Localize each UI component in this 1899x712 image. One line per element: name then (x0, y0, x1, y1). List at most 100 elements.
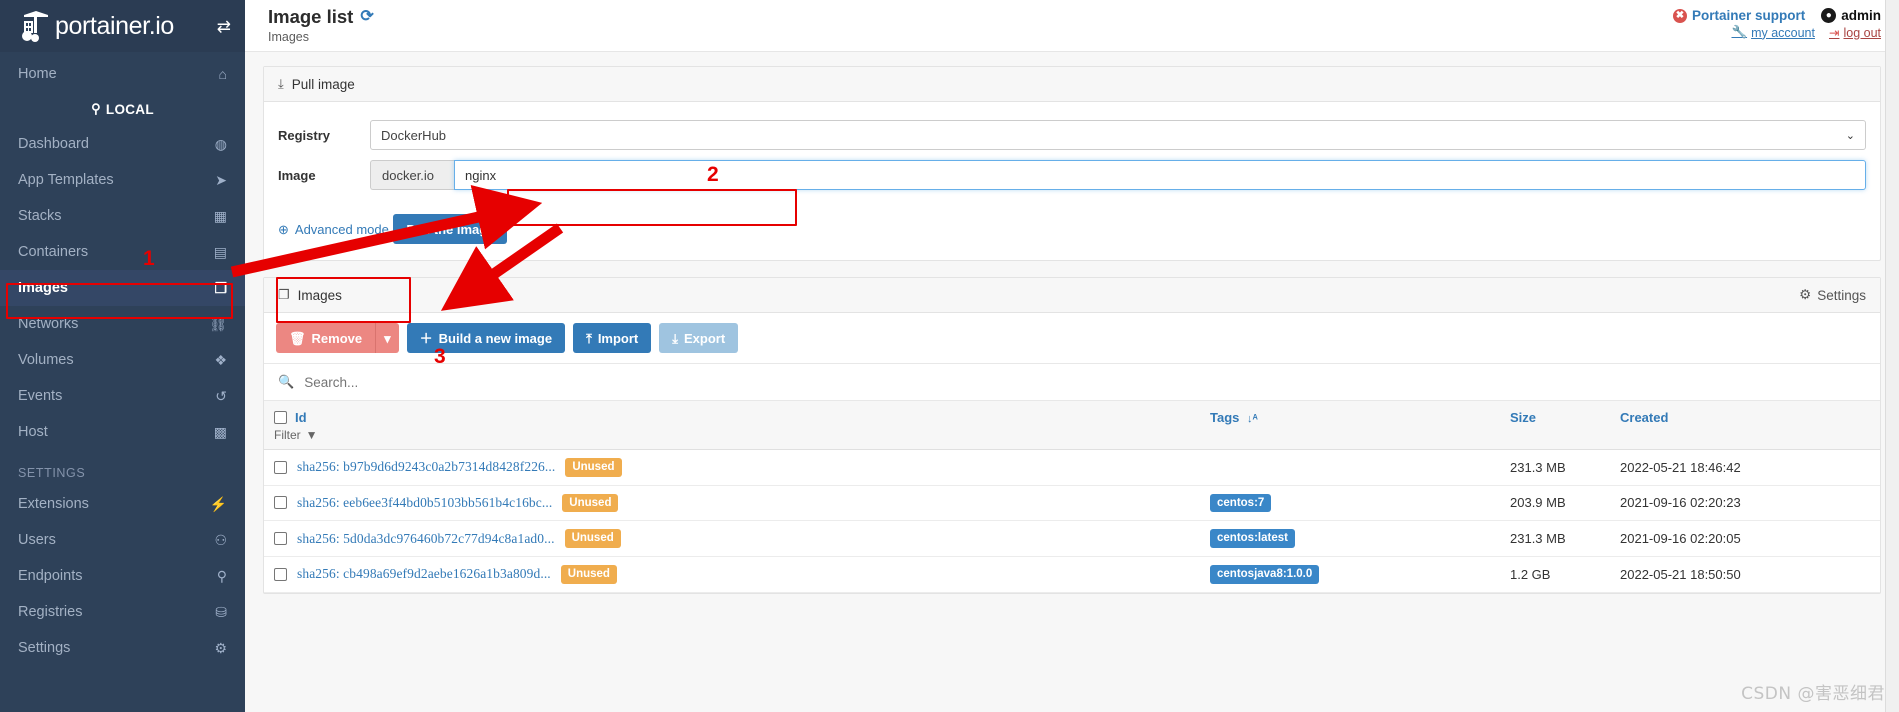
tag-badge[interactable]: centos:latest (1210, 529, 1295, 548)
upload-icon: ⤒ (586, 330, 592, 346)
plus-icon: ＋ (419, 330, 433, 346)
tag-badge[interactable]: centosjava8:1.0.0 (1210, 564, 1320, 584)
export-label: Export (684, 330, 726, 346)
status-badge: Unused (564, 529, 621, 548)
column-created-label: Created (1620, 410, 1669, 425)
lifebuoy-icon: ✖ (1672, 8, 1687, 23)
import-button[interactable]: ⤒ Import (573, 323, 652, 353)
column-created[interactable]: Created (1610, 401, 1880, 450)
filter-label: Filter (274, 428, 301, 442)
select-all-checkbox[interactable] (274, 411, 287, 424)
row-checkbox[interactable] (274, 460, 287, 474)
cell-tags: centos:7 (1200, 485, 1500, 522)
id-filter[interactable]: Filter ▼ (274, 428, 1190, 442)
cell-created: 2022-05-21 18:46:42 (1610, 449, 1880, 486)
sidebar-item-app-templates[interactable]: App Templates ➤ (0, 162, 245, 198)
refresh-icon[interactable]: ⟳ (360, 6, 373, 28)
network-icon: ⛓ (209, 315, 227, 332)
sidebar-item-settings[interactable]: Settings ⚙ (0, 630, 245, 666)
image-input-group: docker.io nginx (370, 160, 1866, 190)
sidebar-item-label: Home (18, 66, 57, 82)
cell-id: sha256: 5d0da3dc976460b72c77d94c8a1ad0..… (264, 520, 1200, 557)
remove-dropdown-toggle[interactable]: ▾ (375, 323, 399, 353)
sidebar-item-host[interactable]: Host ▩ (0, 414, 245, 450)
portainer-app: portainer.io ⇄ Home ⌂ ⚲ LOCAL Dashboard … (0, 0, 1899, 712)
images-settings-label: Settings (1817, 287, 1866, 303)
search-input[interactable] (304, 374, 1866, 390)
pull-image-panel-body: Registry DockerHub ⌄ Image docker.io ngi… (264, 102, 1880, 260)
sidebar-item-users[interactable]: Users ⚇ (0, 522, 245, 558)
column-tags[interactable]: Tags ↓ᴬ (1200, 401, 1500, 450)
advanced-mode-toggle[interactable]: ⊕ Advanced mode (278, 222, 389, 238)
export-button[interactable]: ⤓ Export (659, 323, 739, 353)
tag-badge[interactable]: centos:7 (1210, 493, 1272, 513)
image-id-link[interactable]: sha256: b97b9d6d9243c0a2b7314d8428f226..… (297, 459, 555, 475)
sidebar-item-networks[interactable]: Networks ⛓ (0, 306, 245, 342)
row-checkbox[interactable] (274, 496, 287, 510)
cell-id: sha256: b97b9d6d9243c0a2b7314d8428f226..… (264, 449, 1200, 486)
sidebar-item-label: Extensions (18, 496, 89, 512)
table-row[interactable]: sha256: eeb6ee3f44bd0b5103bb561b4c16bc..… (264, 485, 1880, 522)
cell-size: 203.9 MB (1500, 485, 1610, 522)
row-checkbox[interactable] (274, 567, 287, 581)
sidebar-item-label: Containers (18, 244, 89, 260)
user-bar: ✖ Portainer support ● admin 🔧 my account… (1672, 6, 1881, 41)
portainer-support-link[interactable]: ✖ Portainer support (1672, 8, 1805, 23)
sidebar-item-label: Images (18, 280, 68, 296)
sidebar-item-registries[interactable]: Registries ⛁ (0, 594, 245, 630)
right-scroll-gutter[interactable] (1885, 0, 1899, 712)
exchange-arrows-icon[interactable]: ⇄ (217, 18, 231, 35)
grid-icon: ▩ (213, 423, 227, 440)
status-badge: Unused (562, 493, 619, 513)
table-row[interactable]: sha256: cb498a69ef9d2aebe1626a1b3a809d..… (264, 556, 1880, 593)
image-id-link[interactable]: sha256: cb498a69ef9d2aebe1626a1b3a809d..… (297, 566, 551, 582)
page-title-text: Image list (268, 6, 354, 27)
page-title: Image list ⟳ (268, 6, 374, 28)
rocket-icon: ➤ (215, 171, 227, 188)
image-row: Image docker.io nginx (278, 160, 1866, 190)
sidebar-item-images[interactable]: Images ❐ (0, 270, 245, 306)
signout-icon: ⇥ (1828, 26, 1840, 40)
build-new-image-button[interactable]: ＋ Build a new image (406, 323, 566, 353)
image-id-link[interactable]: sha256: eeb6ee3f44bd0b5103bb561b4c16bc..… (297, 495, 552, 511)
sidebar-item-extensions[interactable]: Extensions ⚡ (0, 486, 245, 522)
logout-link[interactable]: ⇥ log out (1828, 25, 1881, 41)
image-name-input[interactable]: nginx (454, 160, 1866, 190)
sidebar-item-stacks[interactable]: Stacks ▦ (0, 198, 245, 234)
sidebar-item-label: Users (18, 532, 56, 548)
image-id-link[interactable]: sha256: 5d0da3dc976460b72c77d94c8a1ad0..… (297, 531, 555, 547)
breadcrumb: Images (268, 30, 309, 44)
table-row[interactable]: sha256: 5d0da3dc976460b72c77d94c8a1ad0..… (264, 520, 1880, 557)
sidebar-logo-row[interactable]: portainer.io ⇄ (0, 0, 245, 52)
sidebar-item-events[interactable]: Events ↺ (0, 378, 245, 414)
containers-icon: ▤ (213, 243, 227, 260)
sidebar-item-home[interactable]: Home ⌂ (0, 56, 245, 92)
sidebar-item-endpoints[interactable]: Endpoints ⚲ (0, 558, 245, 594)
column-size-label: Size (1510, 410, 1537, 425)
my-account-link[interactable]: 🔧 my account (1731, 25, 1815, 40)
pull-button-wrap: Pull the image (393, 214, 508, 244)
sidebar-item-containers[interactable]: Containers ▤ (0, 234, 245, 270)
csdn-watermark: CSDN @害恶细君 (1741, 684, 1885, 704)
page-head: Image list ⟳ Images (263, 6, 374, 44)
registry-selected-value: DockerHub (381, 127, 447, 143)
sidebar-item-label: Settings (18, 640, 71, 656)
images-icon: ❐ (214, 279, 227, 296)
column-size[interactable]: Size (1500, 401, 1610, 450)
table-row[interactable]: sha256: b97b9d6d9243c0a2b7314d8428f226..… (264, 449, 1880, 486)
sidebar-item-label: Networks (18, 316, 79, 332)
search-icon: 🔍 (278, 374, 295, 389)
column-id[interactable]: Id Filter ▼ (264, 401, 1200, 450)
registry-select[interactable]: DockerHub ⌄ (370, 120, 1866, 150)
images-settings-link[interactable]: ⚙ Settings (1799, 287, 1866, 303)
user-bar-top: ✖ Portainer support ● admin (1672, 8, 1881, 23)
gears-icon: ⚙ (214, 639, 227, 656)
sidebar-item-volumes[interactable]: Volumes ❖ (0, 342, 245, 378)
sidebar-item-dashboard[interactable]: Dashboard ◍ (0, 126, 245, 162)
sidebar-nav: Home ⌂ ⚲ LOCAL Dashboard ◍ App Templates… (0, 52, 245, 712)
wrench-icon: 🔧 (1731, 25, 1748, 39)
dashboard-icon: ◍ (214, 135, 227, 152)
row-checkbox[interactable] (274, 532, 287, 546)
pull-the-image-button[interactable]: Pull the image (393, 214, 508, 244)
remove-button[interactable]: 🗑 Remove (276, 323, 376, 353)
